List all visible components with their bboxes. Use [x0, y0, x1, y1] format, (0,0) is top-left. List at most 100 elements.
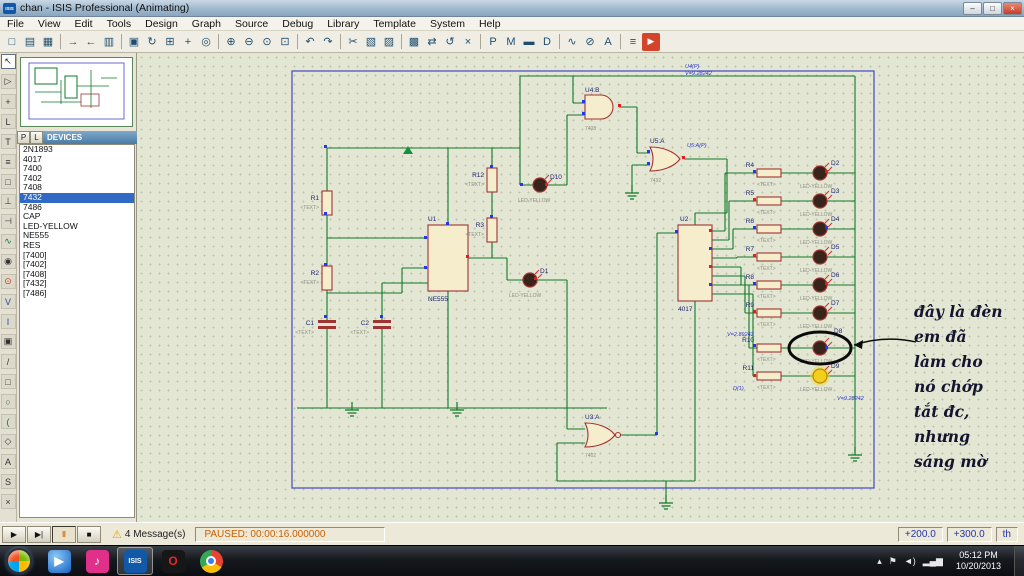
menu-item-debug[interactable]: Debug: [275, 18, 320, 30]
design-explorer-button[interactable]: ≡: [624, 33, 642, 51]
marker-2d-button[interactable]: ×: [1, 494, 16, 509]
graph-mode-button[interactable]: ∿: [1, 234, 16, 249]
search-tag-button[interactable]: ⊘: [581, 33, 599, 51]
led-d6[interactable]: D6 LED-YELLOW: [800, 272, 840, 302]
generator-mode-button[interactable]: ⊙: [1, 274, 16, 289]
led-d3[interactable]: D3 LED-YELLOW: [800, 188, 840, 218]
gate-u4b[interactable]: U4:B 7408: [585, 87, 613, 132]
led-d5[interactable]: D5 LED-YELLOW: [800, 244, 840, 274]
close-button[interactable]: ×: [1003, 2, 1022, 15]
ic-u1-ne555[interactable]: U1 NE555: [428, 216, 468, 303]
junction-dot-button[interactable]: +: [1, 94, 16, 109]
taskbar-clock[interactable]: 05:12 PM 10/20/2013: [956, 550, 1001, 572]
action-center-icon[interactable]: ⚑: [889, 556, 897, 567]
packaging-tool-button[interactable]: ▬: [520, 33, 538, 51]
led-d10[interactable]: D10 LED-YELLOW: [518, 174, 562, 204]
pick-device-button[interactable]: P: [484, 33, 502, 51]
step-button[interactable]: ▶|: [27, 526, 51, 543]
symbol-2d-button[interactable]: S: [1, 474, 16, 489]
isis-taskbar-button[interactable]: ISIS: [117, 547, 153, 575]
stop-button[interactable]: ■: [77, 526, 101, 543]
resistor-r6[interactable]: R6 <TEXT>: [746, 218, 781, 244]
pause-button[interactable]: ‖: [52, 526, 76, 543]
menu-item-design[interactable]: Design: [138, 18, 185, 30]
volume-icon[interactable]: ◄): [904, 556, 916, 566]
save-design-button[interactable]: ▦: [39, 33, 57, 51]
resistor-r8[interactable]: R8 <TEXT>: [746, 274, 781, 300]
block-delete-button[interactable]: ×: [459, 33, 477, 51]
block-rotate-button[interactable]: ↺: [441, 33, 459, 51]
block-copy-button[interactable]: ▩: [405, 33, 423, 51]
current-probe-button[interactable]: I: [1, 314, 16, 329]
led-d4[interactable]: D4 LED-YELLOW: [800, 216, 840, 246]
menu-item-view[interactable]: View: [31, 18, 68, 30]
resistor-r12[interactable]: R12 <TEXT>: [465, 168, 497, 192]
zoom-all-button[interactable]: ⊙: [258, 33, 276, 51]
menu-item-library[interactable]: Library: [320, 18, 366, 30]
menu-item-source[interactable]: Source: [228, 18, 275, 30]
export-section-button[interactable]: ←: [82, 33, 100, 51]
false-origin-button[interactable]: +: [179, 33, 197, 51]
import-section-button[interactable]: →: [64, 33, 82, 51]
arc-2d-button[interactable]: (: [1, 414, 16, 429]
subcircuit-button[interactable]: □: [1, 174, 16, 189]
text-2d-button[interactable]: A: [1, 454, 16, 469]
new-design-button[interactable]: □: [3, 33, 21, 51]
zoom-out-button[interactable]: ⊖: [240, 33, 258, 51]
library-manager-button[interactable]: L: [30, 131, 43, 144]
gate-u5a[interactable]: U5:A 7432: [650, 138, 680, 184]
redo-button[interactable]: ↷: [319, 33, 337, 51]
component-mode-button[interactable]: ▷: [1, 74, 16, 89]
opera-taskbar-button[interactable]: O: [155, 547, 191, 575]
wire-autorouter-button[interactable]: ∿: [563, 33, 581, 51]
netlist-to-ares-button[interactable]: ▶: [642, 33, 660, 51]
circle-2d-button[interactable]: ○: [1, 394, 16, 409]
toggle-grid-button[interactable]: ⊞: [161, 33, 179, 51]
pick-parts-button[interactable]: P: [17, 131, 30, 144]
ic-u2-4017[interactable]: U2 4017: [678, 216, 712, 313]
led-d1[interactable]: D1 LED-YELLOW: [509, 268, 549, 299]
open-design-button[interactable]: ▤: [21, 33, 39, 51]
menu-item-edit[interactable]: Edit: [68, 18, 100, 30]
led-d2[interactable]: D2 LED-YELLOW: [800, 160, 840, 190]
zoom-in-button[interactable]: ⊕: [222, 33, 240, 51]
play-button[interactable]: ▶: [2, 526, 26, 543]
schematic-canvas[interactable]: U1 NE555 U2 4017 U3:A 7402 U4:B 7408: [137, 53, 1024, 522]
mark-output-area-button[interactable]: ▣: [125, 33, 143, 51]
menu-item-template[interactable]: Template: [366, 18, 423, 30]
tape-recorder-button[interactable]: ◉: [1, 254, 16, 269]
resistor-r1[interactable]: R1 <TEXT>: [300, 191, 332, 215]
resistor-r3[interactable]: R3 <TEXT>: [465, 218, 497, 242]
gate-u3a[interactable]: U3:A 7402: [585, 414, 621, 459]
undo-button[interactable]: ↶: [301, 33, 319, 51]
chrome-taskbar-button[interactable]: [193, 547, 229, 575]
device-pin-button[interactable]: ⊣: [1, 214, 16, 229]
property-assignment-button[interactable]: A: [599, 33, 617, 51]
led-d7[interactable]: D7 LED-YELLOW: [800, 300, 840, 330]
capacitor-c1[interactable]: C1 <TEXT>: [295, 320, 336, 336]
make-device-button[interactable]: M: [502, 33, 520, 51]
paste-button[interactable]: ▨: [380, 33, 398, 51]
resistor-r10[interactable]: R10 <TEXT>: [742, 337, 781, 363]
user-annotation-note[interactable]: đây là đèn em đã làm cho nó chớp tắt đc,…: [914, 299, 1024, 474]
bus-mode-button[interactable]: ≡: [1, 154, 16, 169]
text-script-button[interactable]: T: [1, 134, 16, 149]
overview-minimap[interactable]: [20, 57, 133, 127]
music-app-taskbar-button[interactable]: ♪: [79, 547, 115, 575]
virtual-instruments-button[interactable]: ▣: [1, 334, 16, 349]
terminal-mode-button[interactable]: ⊥: [1, 194, 16, 209]
center-at-cursor-button[interactable]: ◎: [197, 33, 215, 51]
minimize-button[interactable]: –: [963, 2, 982, 15]
message-count[interactable]: 4 Message(s): [125, 529, 186, 540]
resistor-r9[interactable]: R9 <TEXT>: [746, 302, 781, 328]
block-move-button[interactable]: ⇄: [423, 33, 441, 51]
wire-label-button[interactable]: L: [1, 114, 16, 129]
resistor-r2[interactable]: R2 <TEXT>: [300, 266, 332, 290]
zoom-area-button[interactable]: ⊡: [276, 33, 294, 51]
line-2d-button[interactable]: /: [1, 354, 16, 369]
decompose-button[interactable]: D: [538, 33, 556, 51]
capacitor-c2[interactable]: C2 <TEXT>: [350, 320, 391, 336]
selection-tool-button[interactable]: ↖: [1, 54, 16, 69]
menu-item-file[interactable]: File: [0, 18, 31, 30]
hidden-icons-chevron[interactable]: ▴: [877, 556, 882, 567]
